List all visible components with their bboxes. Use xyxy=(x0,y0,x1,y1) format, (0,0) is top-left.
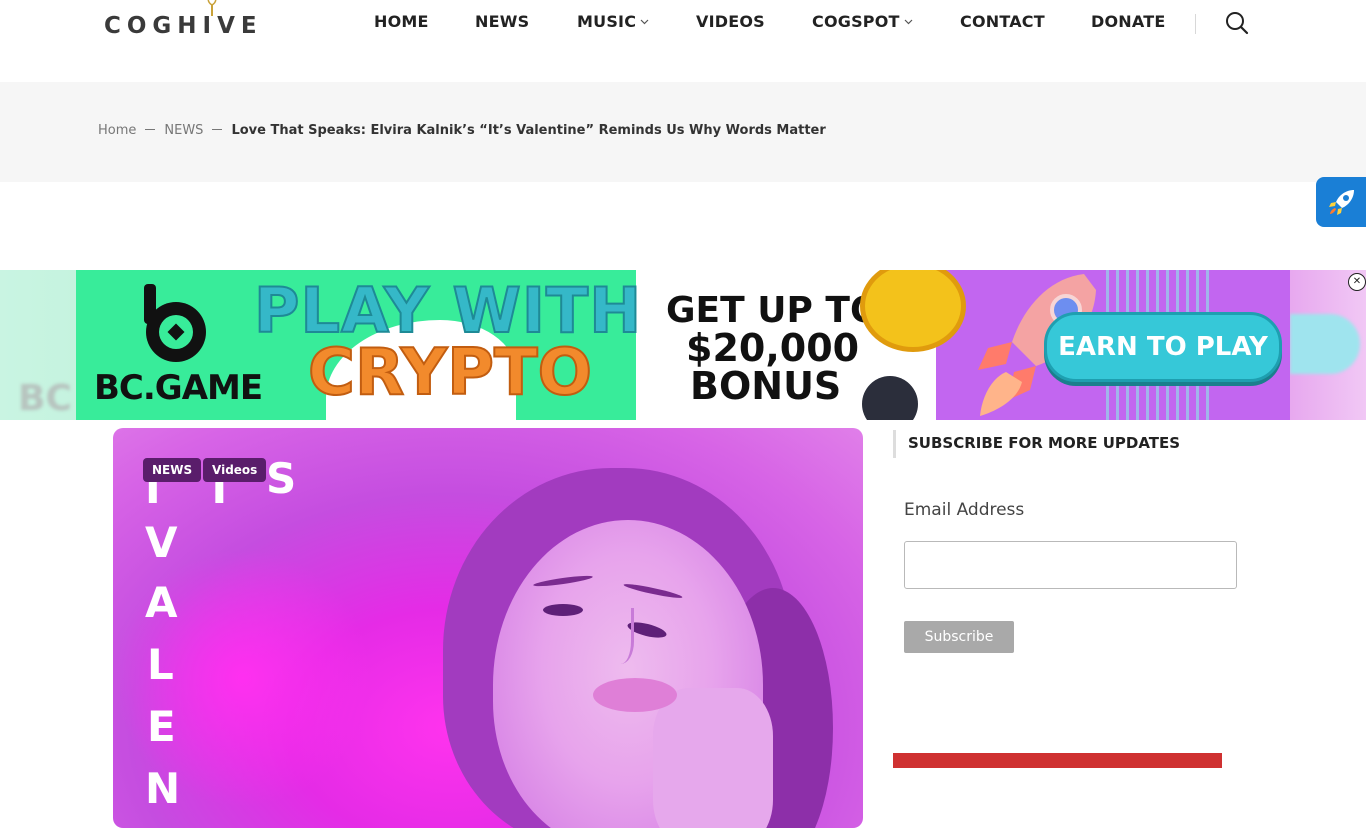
ad-blur-right xyxy=(1290,270,1366,420)
logo-mark-icon xyxy=(207,0,217,16)
cover-letter: E xyxy=(147,702,176,751)
floating-rocket-button[interactable] xyxy=(1316,177,1366,227)
breadcrumb-current: Love That Speaks: Elvira Kalnik’s “It’s … xyxy=(231,123,826,138)
cover-letter: A xyxy=(145,578,178,627)
sidebar-title-accent xyxy=(893,430,896,458)
sidebar-title: SUBSCRIBE FOR MORE UPDATES xyxy=(908,434,1181,452)
nav-cogspot[interactable]: COGSPOT xyxy=(812,12,913,31)
ad-banner[interactable]: BC.GAME PLAY WITH CRYPTO GET UP TO $20,0… xyxy=(76,270,1290,420)
breadcrumb-separator xyxy=(145,129,156,130)
rocket-icon xyxy=(1329,190,1354,215)
cover-letter: N xyxy=(145,764,181,813)
cover-letter: V xyxy=(145,518,178,567)
ad-offer-1: GET UP TO xyxy=(666,290,881,331)
ad-cta-label: EARN TO PLAY xyxy=(1058,332,1268,362)
site-logo[interactable]: COGHIVE xyxy=(104,0,274,48)
nav-home[interactable]: HOME xyxy=(374,12,429,31)
nav-contact[interactable]: CONTACT xyxy=(960,12,1045,31)
breadcrumb-news[interactable]: NEWS xyxy=(164,123,203,138)
category-tag-videos[interactable]: Videos xyxy=(203,458,267,482)
ad-offer-3: BONUS xyxy=(690,364,842,408)
close-icon: ✕ xyxy=(1352,276,1362,287)
breadcrumb-bar: Home NEWS Love That Speaks: Elvira Kalnik’… xyxy=(0,82,1366,182)
cover-letter: L xyxy=(147,640,174,689)
chevron-down-icon xyxy=(904,19,913,25)
category-tag-news[interactable]: NEWS xyxy=(143,458,202,482)
ad-banner-area: BC BC.GAME PLAY WITH CRYPTO GET UP TO $2… xyxy=(0,270,1366,420)
cover-letter: S xyxy=(266,454,297,503)
logo-text: COGHIVE xyxy=(104,13,263,39)
nav-cogspot-label: COGSPOT xyxy=(812,12,900,31)
site-header: COGHIVE HOME NEWS MUSIC VIDEOS COGSPOT C… xyxy=(0,0,1366,82)
nav-music-label: MUSIC xyxy=(577,12,637,31)
sidebar-widget-header xyxy=(893,753,1222,768)
ad-brand: BC.GAME xyxy=(94,368,263,408)
ad-cta-button[interactable]: EARN TO PLAY xyxy=(1044,312,1282,382)
breadcrumb-separator xyxy=(212,129,223,130)
nav-divider xyxy=(1195,14,1196,34)
subscribe-button[interactable]: Subscribe xyxy=(904,621,1014,653)
ad-blur-left: BC xyxy=(0,270,76,420)
email-field[interactable] xyxy=(904,541,1237,589)
nav-news[interactable]: NEWS xyxy=(475,12,529,31)
breadcrumb-home[interactable]: Home xyxy=(98,123,136,138)
nav-videos[interactable]: VIDEOS xyxy=(696,12,765,31)
featured-image: I T S V A L E N NEWS Videos xyxy=(113,428,863,828)
nav-music[interactable]: MUSIC xyxy=(577,12,649,31)
chevron-down-icon xyxy=(640,19,649,25)
email-label: Email Address xyxy=(904,500,1025,520)
bc-game-logo-icon xyxy=(144,284,206,362)
ad-close-button[interactable]: ✕ xyxy=(1348,273,1366,291)
search-icon[interactable] xyxy=(1224,10,1250,36)
breadcrumb: Home NEWS Love That Speaks: Elvira Kalnik’… xyxy=(98,123,826,138)
ad-headline-2: CRYPTO xyxy=(307,335,593,411)
nav-donate[interactable]: DONATE xyxy=(1091,12,1165,31)
